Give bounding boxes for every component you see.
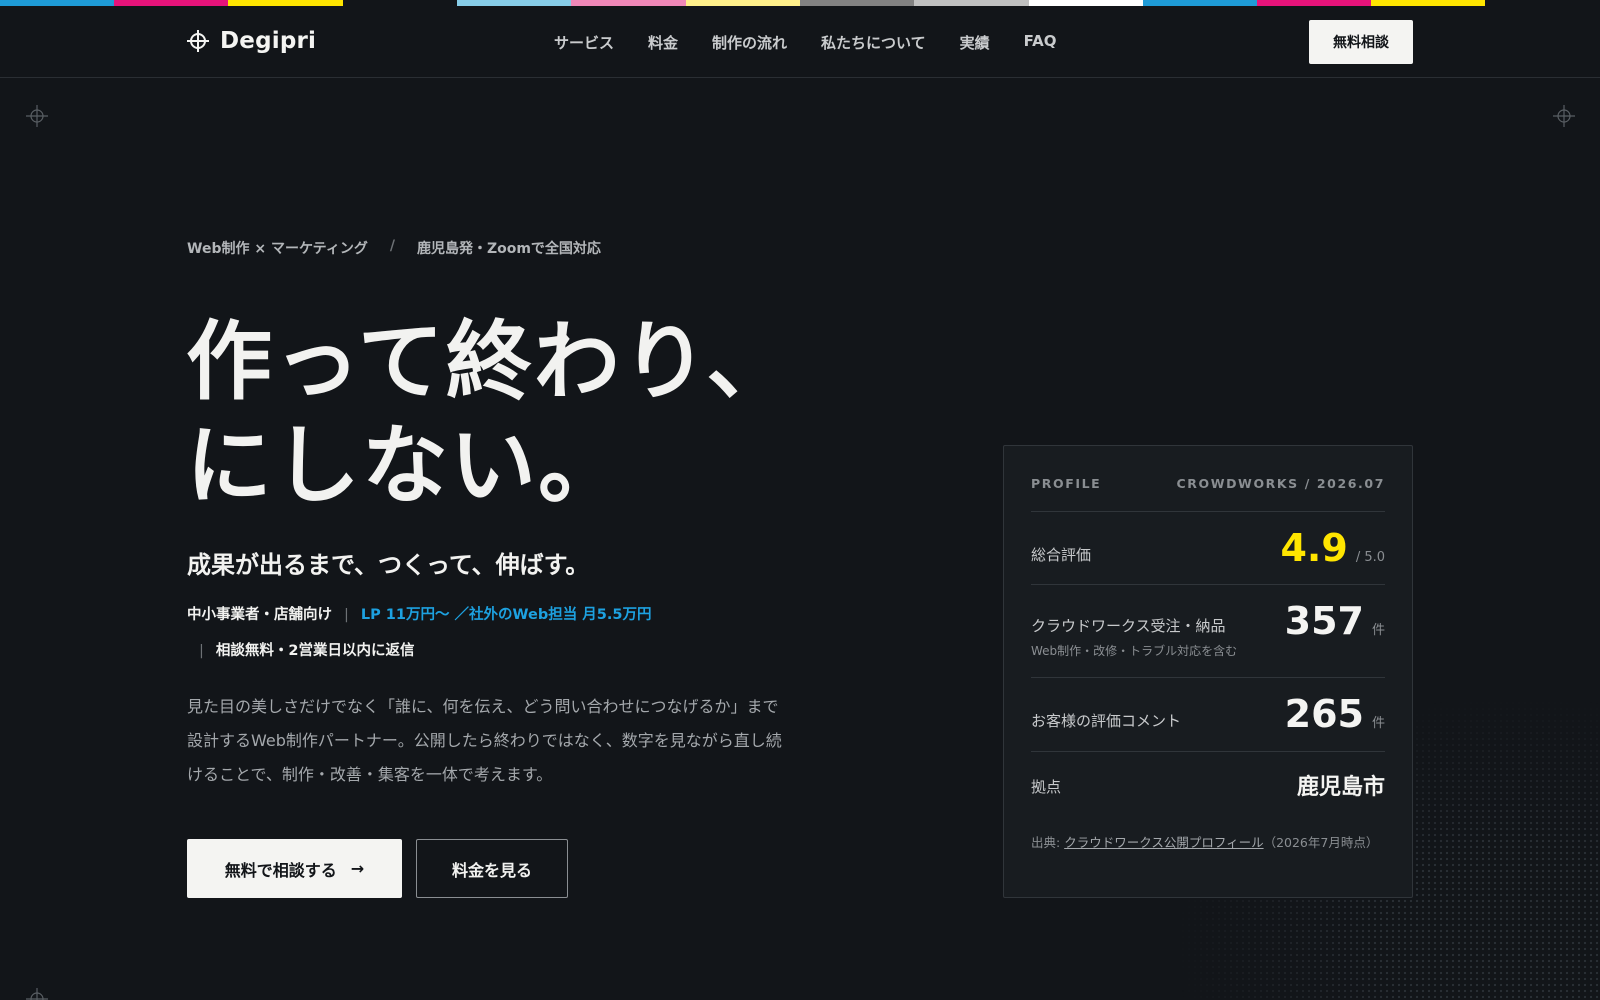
registration-mark-icon bbox=[26, 988, 48, 1000]
source-prefix: 出典: bbox=[1031, 835, 1065, 850]
offer-web-price: 社外のWeb担当 月5.5万円 bbox=[469, 607, 652, 623]
orders-value-group: 357 件 bbox=[1285, 599, 1385, 643]
comments-label: お客様の評価コメント bbox=[1031, 712, 1182, 730]
profile-source-note: 出典: クラウドワークス公開プロフィール（2026年7月時点） bbox=[1031, 832, 1381, 854]
nav-item-pricing[interactable]: 料金 bbox=[648, 32, 678, 53]
orders-unit: 件 bbox=[1371, 623, 1385, 638]
headline-line-1: 作って終わり、 bbox=[186, 312, 795, 412]
base-value-group: 鹿児島市 bbox=[1297, 769, 1385, 801]
main-nav: サービス 料金 制作の流れ 私たちについて 実績 FAQ bbox=[554, 32, 1057, 53]
orders-sublabel: Web制作・改修・トラブル対応を含む bbox=[1031, 644, 1238, 658]
site-header: Degipri サービス 料金 制作の流れ 私たちについて 実績 FAQ 無料相… bbox=[0, 6, 1600, 78]
hero-subhead: 成果が出るまで、つくって、伸ばす。 bbox=[187, 551, 590, 579]
logo-text: Degipri bbox=[220, 28, 317, 54]
tagline-right: 鹿児島発・Zoomで全国対応 bbox=[416, 241, 601, 257]
profile-label: PROFILE bbox=[1031, 476, 1102, 491]
crosshair-logo-icon bbox=[187, 30, 209, 52]
base-row: 拠点 鹿児島市 bbox=[1031, 751, 1385, 817]
view-pricing-button[interactable]: 料金を見る bbox=[416, 839, 568, 898]
consult-button[interactable]: 無料で相談する → bbox=[187, 839, 402, 898]
offer-note-pipe: | bbox=[199, 643, 204, 659]
nav-item-works[interactable]: 実績 bbox=[960, 32, 990, 53]
rating-value: 4.9 bbox=[1280, 526, 1348, 570]
profile-source-tag: CROWDWORKS / 2026.07 bbox=[1176, 476, 1385, 491]
orders-label: クラウドワークス受注・納品 bbox=[1031, 617, 1226, 635]
tagline-left: Web制作 × マーケティング bbox=[187, 241, 368, 257]
nav-item-flow[interactable]: 制作の流れ bbox=[712, 32, 787, 53]
orders-row: クラウドワークス受注・納品 Web制作・改修・トラブル対応を含む 357 件 bbox=[1031, 584, 1385, 677]
consult-button-label: 無料で相談する bbox=[224, 860, 337, 880]
profile-card-header: PROFILE CROWDWORKS / 2026.07 bbox=[1031, 476, 1385, 491]
registration-mark-icon bbox=[1553, 105, 1575, 127]
source-suffix: （2026年7月時点） bbox=[1263, 835, 1379, 850]
rating-max: / 5.0 bbox=[1355, 550, 1385, 565]
comments-row: お客様の評価コメント 265 件 bbox=[1031, 677, 1385, 751]
rating-row: 総合評価 4.9 / 5.0 bbox=[1031, 511, 1385, 584]
offer-line: 中小事業者・店舗向け | LP 11万円〜 ／社外のWeb担当 月5.5万円 bbox=[187, 603, 651, 624]
rating-value-group: 4.9 / 5.0 bbox=[1280, 526, 1385, 570]
offer-note-line: | 相談無料・2営業日以内に返信 bbox=[199, 639, 414, 660]
nav-item-services[interactable]: サービス bbox=[554, 32, 614, 53]
free-consult-button[interactable]: 無料相談 bbox=[1309, 20, 1413, 64]
tagline-separator: / bbox=[389, 238, 395, 254]
base-label: 拠点 bbox=[1031, 778, 1062, 796]
comments-value: 265 bbox=[1284, 692, 1364, 736]
base-value: 鹿児島市 bbox=[1296, 775, 1385, 800]
comments-unit: 件 bbox=[1371, 716, 1385, 731]
nav-item-faq[interactable]: FAQ bbox=[1024, 32, 1057, 53]
offer-note: 相談無料・2営業日以内に返信 bbox=[215, 643, 415, 659]
hero-headline: 作って終わり、 にしない。 bbox=[186, 310, 806, 518]
offer-target: 中小事業者・店舗向け bbox=[187, 607, 332, 623]
orders-value: 357 bbox=[1284, 599, 1364, 643]
offer-pipe: | bbox=[344, 607, 349, 623]
headline-line-2: にしない。 bbox=[186, 416, 626, 516]
comments-value-group: 265 件 bbox=[1285, 692, 1385, 736]
nav-item-about[interactable]: 私たちについて bbox=[821, 32, 926, 53]
hero-description: 見た目の美しさだけでなく「誰に、何を伝え、どう問い合わせにつなげるか」まで設計す… bbox=[187, 697, 782, 784]
registration-mark-icon bbox=[26, 105, 48, 127]
rating-label: 総合評価 bbox=[1031, 546, 1092, 564]
logo[interactable]: Degipri bbox=[186, 28, 316, 54]
arrow-right-icon: → bbox=[350, 859, 365, 878]
hero-tagline: Web制作 × マーケティング / 鹿児島発・Zoomで全国対応 bbox=[187, 238, 601, 258]
profile-card: PROFILE CROWDWORKS / 2026.07 総合評価 4.9 / … bbox=[1003, 445, 1413, 898]
offer-lp-price: LP 11万円〜 ／ bbox=[360, 607, 470, 623]
source-link[interactable]: クラウドワークス公開プロフィール bbox=[1064, 835, 1263, 850]
